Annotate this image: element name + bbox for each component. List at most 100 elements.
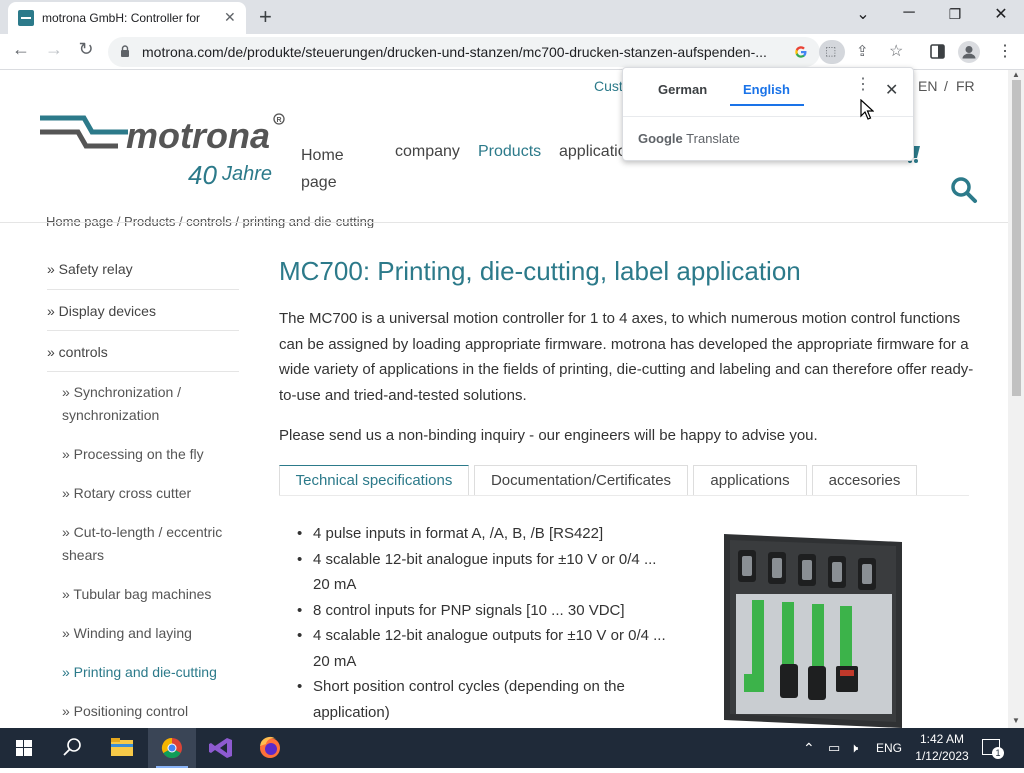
address-bar[interactable]: motrona.com/de/produkte/steuerungen/druc… bbox=[108, 37, 903, 67]
new-tab-icon[interactable]: + bbox=[259, 4, 272, 30]
translate-icon: ⬚ bbox=[825, 44, 837, 58]
motrona-logo[interactable]: motrona R 40 Jahre bbox=[38, 108, 288, 188]
translate-lang-english[interactable]: English bbox=[743, 82, 790, 97]
web-page: motrona R 40 Jahre Cust EN / FR Home pag… bbox=[0, 70, 1008, 728]
page-scrollbar[interactable]: ▲ ▼ bbox=[1008, 70, 1024, 728]
spec-item: Short position control cycles (depending… bbox=[295, 674, 670, 725]
sidebar-sub-processing-on-the-fly[interactable]: » Processing on the fly bbox=[62, 443, 237, 466]
active-lang-underline bbox=[730, 104, 804, 106]
spec-item: 4 scalable 12-bit analogue outputs for ±… bbox=[295, 623, 670, 674]
browser-toolbar: ← → ↻ motrona.com/de/produkte/steuerunge… bbox=[0, 34, 1024, 70]
tab-close-icon[interactable]: ✕ bbox=[224, 9, 236, 26]
input-language-indicator[interactable]: ENG bbox=[876, 741, 902, 755]
chrome-taskbar-button[interactable] bbox=[148, 728, 196, 768]
visual-studio-icon[interactable] bbox=[197, 728, 245, 768]
translate-lang-german[interactable]: German bbox=[658, 82, 707, 97]
motrona-favicon-icon bbox=[18, 10, 34, 26]
sidebar-sub-tubular-bag[interactable]: » Tubular bag machines bbox=[62, 583, 237, 606]
page-title: MC700: Printing, die-cutting, label appl… bbox=[279, 256, 801, 286]
bookmark-star-icon[interactable]: ☆ bbox=[889, 41, 903, 61]
tab-technical-specifications[interactable]: Technical specifications bbox=[279, 465, 469, 496]
breadcrumb[interactable]: Home page / Products / controls / printi… bbox=[46, 214, 374, 228]
window-close-icon[interactable]: ✕ bbox=[987, 4, 1015, 24]
nav-home[interactable]: Home page bbox=[301, 142, 344, 196]
sidebar-divider bbox=[47, 330, 239, 331]
lock-icon bbox=[121, 45, 129, 57]
network-icon[interactable]: ▭ bbox=[828, 740, 840, 756]
sidebar-sub-positioning-control[interactable]: » Positioning control bbox=[62, 700, 237, 723]
customer-portal-link[interactable]: Cust bbox=[594, 78, 623, 94]
search-taskbar-icon[interactable] bbox=[48, 728, 96, 768]
lang-fr-link[interactable]: FR bbox=[956, 78, 975, 94]
logo-wordmark: motrona bbox=[126, 115, 270, 156]
file-explorer-icon[interactable] bbox=[98, 728, 146, 768]
reload-icon[interactable]: ↻ bbox=[74, 39, 98, 60]
forward-arrow-icon[interactable]: → bbox=[42, 39, 66, 60]
translate-page-button[interactable]: ⬚ bbox=[819, 40, 845, 64]
sidebar-item-safety-relay[interactable]: » Safety relay bbox=[47, 258, 133, 281]
translate-options-icon[interactable]: ⋮ bbox=[855, 77, 871, 93]
browser-tab[interactable]: motrona GmbH: Controller for pr ✕ bbox=[8, 2, 246, 34]
browser-titlebar: motrona GmbH: Controller for pr ✕ + ⌄ ─ … bbox=[0, 0, 1024, 34]
spec-item: 4 pulse inputs in format A, /A, B, /B [R… bbox=[295, 521, 670, 547]
sidebar-sub-printing-die-cutting[interactable]: » Printing and die-cutting bbox=[62, 661, 237, 684]
notification-count-badge: 1 bbox=[992, 747, 1004, 759]
profile-icon bbox=[962, 46, 976, 59]
volume-icon[interactable]: 🕨 bbox=[850, 740, 858, 756]
sidebar-sub-synchronization[interactable]: » Synchronization / synchronization bbox=[62, 381, 237, 427]
nav-products[interactable]: Products bbox=[478, 143, 541, 161]
mouse-cursor-icon bbox=[860, 99, 874, 120]
tray-chevron-icon[interactable]: ⌃ bbox=[803, 740, 815, 757]
nav-company[interactable]: company bbox=[395, 143, 460, 161]
scroll-up-icon[interactable]: ▲ bbox=[1012, 70, 1020, 79]
translate-brand-word: Translate bbox=[686, 131, 740, 146]
inquiry-paragraph: Please send us a non-binding inquiry - o… bbox=[279, 427, 818, 444]
sidebar-divider bbox=[47, 289, 239, 290]
header-divider bbox=[0, 222, 1008, 223]
chrome-icon bbox=[161, 737, 182, 759]
intro-paragraph: The MC700 is a universal motion controll… bbox=[279, 310, 974, 404]
logo-anniversary-number: 40 bbox=[188, 160, 217, 188]
nav-applications[interactable]: applicatio bbox=[559, 143, 627, 161]
tab-applications[interactable]: applications bbox=[693, 465, 807, 496]
windows-start-icon[interactable] bbox=[0, 728, 48, 768]
logo-anniversary-word: Jahre bbox=[221, 163, 272, 185]
sidebar-item-controls[interactable]: » controls bbox=[47, 341, 108, 364]
search-icon[interactable] bbox=[950, 176, 978, 204]
sidebar-divider bbox=[47, 371, 239, 372]
google-brand-word: Google bbox=[638, 131, 683, 146]
side-panel-icon[interactable] bbox=[930, 44, 945, 59]
tab-documentation[interactable]: Documentation/Certificates bbox=[474, 465, 688, 496]
tab-title: motrona GmbH: Controller for pr bbox=[42, 11, 202, 25]
google-translate-brand: Google Translate bbox=[638, 131, 740, 146]
spec-list: 4 pulse inputs in format A, /A, B, /B [R… bbox=[295, 521, 670, 725]
chrome-menu-icon[interactable]: ⋮ bbox=[997, 41, 1013, 61]
mc700-product-image bbox=[724, 534, 902, 728]
lang-en-link[interactable]: EN bbox=[918, 78, 937, 94]
share-icon[interactable]: ⇪ bbox=[856, 42, 869, 60]
spec-item: 4 scalable 12-bit analogue inputs for ±1… bbox=[295, 547, 670, 598]
back-arrow-icon[interactable]: ← bbox=[9, 39, 33, 60]
tab-search-icon[interactable]: ⌄ bbox=[849, 4, 877, 24]
tabs-divider bbox=[279, 495, 969, 496]
translate-close-icon[interactable]: ✕ bbox=[885, 80, 898, 100]
clock-date[interactable]: 1/12/2023 bbox=[912, 749, 972, 763]
firefox-icon[interactable] bbox=[246, 728, 294, 768]
lang-separator: / bbox=[944, 78, 948, 94]
profile-avatar[interactable] bbox=[958, 41, 980, 63]
logo-trademark: R bbox=[276, 117, 281, 124]
sidebar-sub-winding-laying[interactable]: » Winding and laying bbox=[62, 622, 237, 645]
scrollbar-thumb[interactable] bbox=[1012, 80, 1021, 396]
restore-icon[interactable]: ❐ bbox=[941, 6, 969, 23]
google-g-icon[interactable] bbox=[794, 45, 808, 59]
spec-item: 8 control inputs for PNP signals [10 ...… bbox=[295, 598, 670, 624]
minimize-icon[interactable]: ─ bbox=[895, 4, 923, 22]
sidebar-sub-cut-to-length[interactable]: » Cut-to-length / eccentric shears bbox=[62, 521, 237, 567]
scroll-down-icon[interactable]: ▼ bbox=[1012, 716, 1020, 725]
sidebar-item-display-devices[interactable]: » Display devices bbox=[47, 300, 156, 323]
tab-accessories[interactable]: accesories bbox=[812, 465, 917, 496]
notification-center-icon[interactable]: 1 bbox=[982, 739, 1004, 759]
clock-time[interactable]: 1:42 AM bbox=[912, 732, 972, 746]
sidebar-sub-rotary-cross-cutter[interactable]: » Rotary cross cutter bbox=[62, 482, 237, 505]
url-text: motrona.com/de/produkte/steuerungen/druc… bbox=[142, 44, 767, 60]
